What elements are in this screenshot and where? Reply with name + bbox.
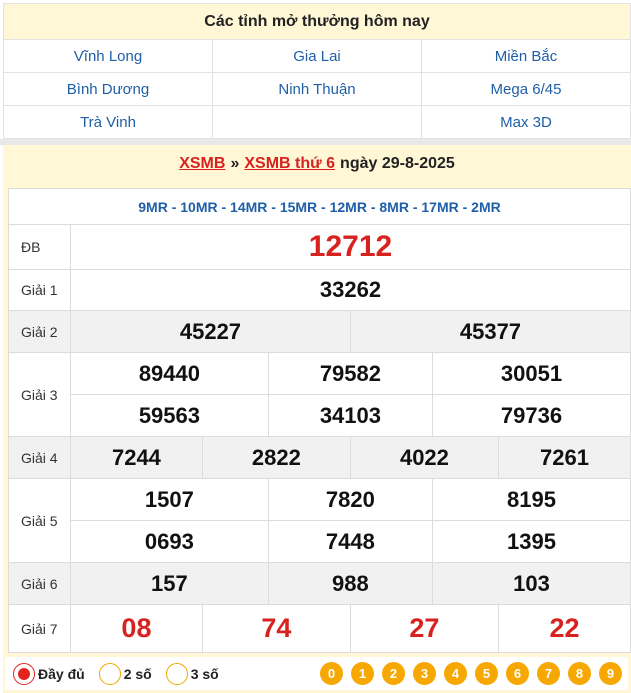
prize-number: 1507 [70,478,269,521]
prize-label-g4: Giải 4 [8,436,71,479]
prize-number: 45377 [349,310,631,353]
province-link-max-3d[interactable]: Max 3D [422,106,630,139]
option-full[interactable]: Đầy đủ [13,662,85,685]
empty-cell [213,106,422,139]
option-2-digits[interactable]: 2 số [98,662,152,685]
prize-number: 2822 [201,436,351,479]
radio-icon[interactable] [165,662,188,685]
results-table: 9MR - 10MR - 14MR - 15MR - 12MR - 8MR - … [8,188,631,653]
digit-button-9[interactable]: 9 [599,662,622,685]
result-date: ngày 29-8-2025 [340,155,455,172]
digit-button-1[interactable]: 1 [351,662,374,685]
prize-label-g6: Giải 6 [8,562,71,605]
prize-number: 22 [497,604,631,653]
today-title: Các tỉnh mở thưởng hôm nay [4,4,630,40]
prize-number: 30051 [432,352,631,395]
prize-number: 79736 [432,394,631,437]
prize-number: 103 [432,562,631,605]
prize-number: 0693 [70,520,269,563]
prize-label-g7: Giải 7 [8,604,71,653]
option-3-digits[interactable]: 3 số [165,662,219,685]
breadcrumb-xsmb-friday[interactable]: XSMB thứ 6 [244,155,335,173]
table-row: Giải 2 45227 45377 [8,310,631,353]
prize-number: 79582 [267,352,434,395]
prize-number: 7820 [267,478,434,521]
table-row: Giải 1 33262 [8,269,631,311]
prize-number: 4022 [349,436,499,479]
result-breadcrumb: XSMB » XSMB thứ 6 ngày 29-8-2025 [3,145,631,183]
table-row: Giải 3 89440 79582 30051 [8,352,631,437]
digit-button-0[interactable]: 0 [320,662,343,685]
prize-number: 08 [70,604,203,653]
table-row: 0693 7448 1395 [9,520,631,563]
breadcrumb-xsmb[interactable]: XSMB [179,155,225,173]
table-row: 59563 34103 79736 [9,394,631,437]
option-label: 2 số [123,665,152,682]
prize-number: 988 [267,562,434,605]
ticket-codes: 9MR - 10MR - 14MR - 15MR - 12MR - 8MR - … [8,188,631,225]
digit-button-6[interactable]: 6 [506,662,529,685]
province-link-ninh-thuan[interactable]: Ninh Thuận [213,73,422,106]
digit-button-2[interactable]: 2 [382,662,405,685]
option-label: 3 số [190,665,219,682]
radio-selected-icon[interactable] [13,662,35,685]
prize-number: 74 [201,604,351,653]
prize-number: 45227 [70,310,351,353]
prize-number: 7448 [267,520,434,563]
digit-filter: 0 1 2 3 4 5 6 7 8 9 [320,662,622,685]
prize-label-db: ĐB [8,224,71,270]
prize-label-g1: Giải 1 [8,269,71,311]
result-box: XSMB » XSMB thứ 6 ngày 29-8-2025 9MR - 1… [3,145,631,693]
province-link-gia-lai[interactable]: Gia Lai [213,40,422,73]
province-link-vinh-long[interactable]: Vĩnh Long [4,40,213,73]
prize-number: 33262 [70,269,631,311]
radio-icon[interactable] [98,662,121,685]
province-link-mien-bac[interactable]: Miền Bắc [422,40,630,73]
table-row: Giải 7 08 74 27 22 [8,604,631,653]
prize-number: 59563 [70,394,269,437]
prize-label-g2: Giải 2 [8,310,71,353]
prize-number: 34103 [267,394,434,437]
prize-number: 27 [349,604,499,653]
digit-button-4[interactable]: 4 [444,662,467,685]
prize-label-g3: Giải 3 [8,352,71,437]
option-label: Đầy đủ [38,665,85,682]
prize-number: 1395 [432,520,631,563]
digit-button-8[interactable]: 8 [568,662,591,685]
display-controls: Đầy đủ 2 số 3 số 0 1 2 3 4 5 6 7 8 9 [5,657,628,690]
today-provinces-box: Các tỉnh mở thưởng hôm nay Vĩnh Long Gia… [3,3,631,139]
table-row: ĐB 12712 [8,224,631,270]
prize-number: 7244 [70,436,203,479]
prize-number: 7261 [497,436,631,479]
digit-button-5[interactable]: 5 [475,662,498,685]
today-provinces-grid: Vĩnh Long Gia Lai Miền Bắc Bình Dương Ni… [4,40,630,139]
table-row: Giải 4 7244 2822 4022 7261 [8,436,631,479]
digit-button-7[interactable]: 7 [537,662,560,685]
province-link-mega-645[interactable]: Mega 6/45 [422,73,630,106]
breadcrumb-separator: » [230,155,240,172]
special-prize-number: 12712 [70,224,631,270]
prize-number: 89440 [70,352,269,395]
table-row: 9MR - 10MR - 14MR - 15MR - 12MR - 8MR - … [8,188,631,225]
digit-button-3[interactable]: 3 [413,662,436,685]
table-row: Giải 6 157 988 103 [8,562,631,605]
prize-number: 157 [70,562,269,605]
province-link-binh-duong[interactable]: Bình Dương [4,73,213,106]
province-link-tra-vinh[interactable]: Trà Vinh [4,106,213,139]
prize-label-g5: Giải 5 [8,478,71,563]
table-row: Giải 5 1507 7820 8195 [8,478,631,563]
prize-number: 8195 [432,478,631,521]
